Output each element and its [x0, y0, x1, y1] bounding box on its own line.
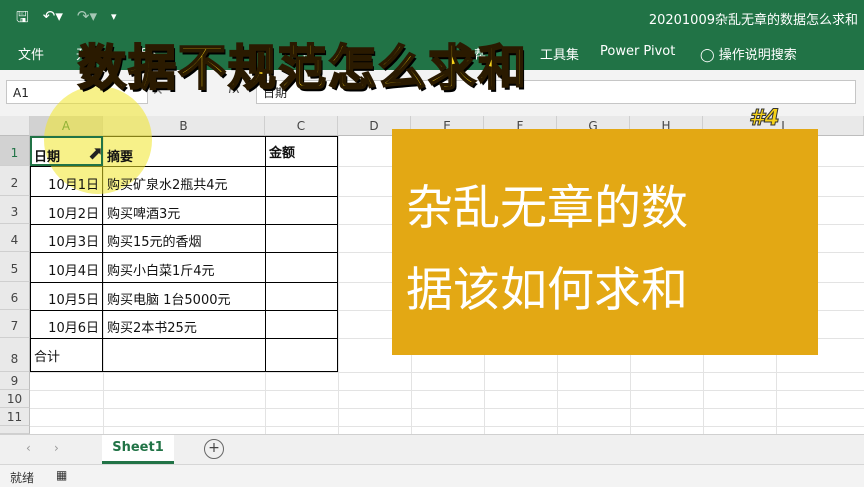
header-amount[interactable]: 金额 — [266, 142, 295, 161]
cell-summary[interactable]: 购买15元的香烟 — [104, 231, 202, 250]
cell-summary[interactable]: 购买电脑 1台5000元 — [104, 289, 231, 308]
row-header-1[interactable]: 1 — [0, 136, 30, 166]
scroll-right-icon[interactable]: › — [54, 441, 59, 455]
cell-date[interactable]: 10月1日 — [30, 174, 102, 193]
row-header-4[interactable]: 4 — [0, 224, 30, 252]
row-header-7[interactable]: 7 — [0, 310, 30, 338]
status-ready: 就绪 — [10, 471, 35, 485]
tell-me-label: 操作说明搜索 — [718, 48, 797, 63]
table-border — [30, 252, 338, 253]
cell-summary[interactable]: 购买啤酒3元 — [104, 203, 180, 222]
gridline — [30, 390, 864, 391]
table-border — [30, 136, 31, 372]
gridline — [30, 426, 864, 427]
episode-badge: #4 — [749, 106, 781, 132]
cell-date[interactable]: 10月6日 — [30, 317, 102, 336]
cell-date[interactable]: 10月2日 — [30, 203, 102, 222]
row-header-2[interactable]: 2 — [0, 166, 30, 196]
cell-summary[interactable]: 购买矿泉水2瓶共4元 — [104, 174, 228, 193]
row-header-3[interactable]: 3 — [0, 196, 30, 224]
row-header-9[interactable]: 9 — [0, 372, 30, 390]
cell-summary[interactable]: 购买2本书25元 — [104, 317, 197, 336]
row-header-8[interactable]: 8 — [0, 338, 30, 372]
mouse-pointer-icon: ⬈ — [88, 143, 104, 164]
select-all-corner[interactable] — [0, 116, 30, 136]
lightbulb-icon: ◯ — [700, 48, 715, 63]
cell-total-label[interactable]: 合计 — [31, 346, 60, 365]
status-bar: 就绪 ▦ — [0, 464, 864, 487]
add-sheet-button[interactable]: + — [204, 439, 224, 459]
column-header-c[interactable]: C — [265, 116, 338, 136]
row-header-10[interactable]: 10 — [0, 390, 30, 408]
sheet-tab-sheet1[interactable]: Sheet1 — [102, 435, 174, 464]
table-border — [30, 310, 338, 311]
save-icon[interactable]: 🖫 — [16, 7, 29, 32]
cell-date[interactable]: 10月3日 — [30, 231, 102, 250]
document-title: 20201009杂乱无章的数据怎么求和 — [648, 13, 858, 28]
table-border — [30, 196, 338, 197]
tab-file[interactable]: 文件 — [18, 44, 44, 63]
tab-toolset[interactable]: 工具集 — [540, 44, 579, 63]
header-date[interactable]: 日期 — [31, 146, 60, 165]
table-border — [30, 371, 338, 372]
table-border — [30, 282, 338, 283]
cell-summary[interactable]: 购买小白菜1斤4元 — [104, 260, 215, 279]
sheet-tabs-bar: ‹ › Sheet1 + — [0, 434, 864, 465]
tab-power-pivot[interactable]: Power Pivot — [600, 44, 675, 59]
table-border — [30, 224, 338, 225]
tell-me-search[interactable]: ◯ 操作说明搜索 — [700, 44, 797, 63]
overlay-card-line: 杂乱无章的数 — [406, 181, 688, 236]
row-header-11[interactable]: 11 — [0, 408, 30, 426]
cell-date[interactable]: 10月4日 — [30, 260, 102, 279]
row-header-6[interactable]: 6 — [0, 282, 30, 310]
row-header-12-partial[interactable] — [0, 426, 30, 434]
gridline — [30, 408, 864, 409]
scroll-left-icon[interactable]: ‹ — [26, 441, 31, 455]
overlay-card: 杂乱无章的数 据该如何求和 — [392, 129, 818, 355]
overlay-title: 数据不规范怎么求和 — [77, 39, 529, 97]
table-border — [265, 136, 266, 372]
cell-date[interactable]: 10月5日 — [30, 289, 102, 308]
table-border — [337, 136, 338, 372]
header-summary[interactable]: 摘要 — [104, 146, 133, 165]
row-header-5[interactable]: 5 — [0, 252, 30, 282]
macro-record-icon[interactable]: ▦ — [56, 468, 67, 482]
overlay-card-line: 据该如何求和 — [406, 263, 688, 318]
gridline — [30, 372, 864, 373]
undo-icon[interactable]: ↶▾ — [43, 7, 63, 32]
table-border — [30, 338, 338, 339]
